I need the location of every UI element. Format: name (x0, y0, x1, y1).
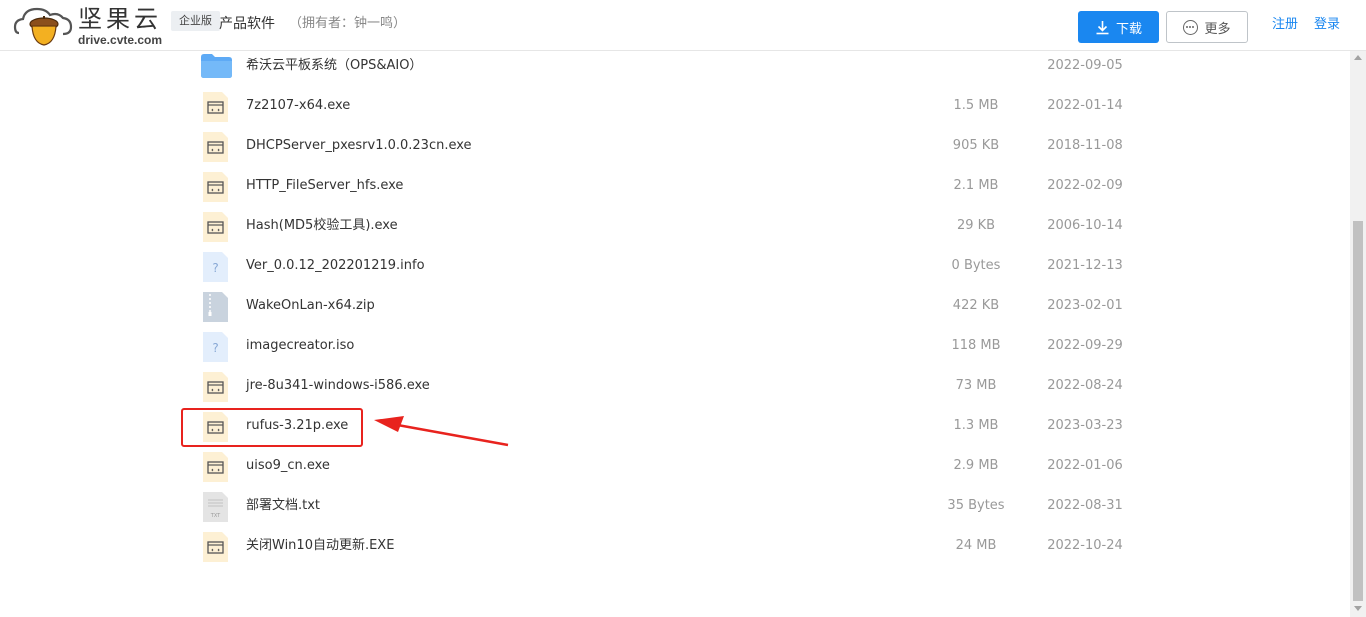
file-size: 35 Bytes (947, 498, 1005, 513)
file-name[interactable]: HTTP_FileServer_hfs.exe (246, 177, 403, 195)
file-size: 2.1 MB (953, 178, 999, 193)
exe-file-icon (203, 172, 228, 202)
file-date: 2022-08-24 (1047, 378, 1123, 393)
list-item-folder[interactable]: 希沃云平板系统（OPS&AIO） 2022-09-05 (0, 47, 1350, 87)
download-icon (1096, 20, 1109, 34)
file-name[interactable]: imagecreator.iso (246, 337, 354, 355)
file-date: 2022-09-05 (1047, 58, 1123, 73)
svg-text:?: ? (212, 261, 218, 275)
file-size: 0 Bytes (951, 258, 1001, 273)
list-item[interactable]: uiso9_cn.exe 2.9 MB 2022-01-06 (0, 447, 1350, 487)
brand-domain: drive.cvte.com (78, 33, 163, 47)
file-name[interactable]: WakeOnLan-x64.zip (246, 297, 375, 315)
folder-title: 产品软件 (219, 16, 275, 32)
acorn-cloud-logo (13, 7, 73, 46)
file-size: 73 MB (955, 378, 997, 393)
login-link[interactable]: 登录 (1314, 16, 1340, 34)
scroll-down-arrow-icon[interactable] (1354, 606, 1362, 611)
exe-file-icon (203, 132, 228, 162)
list-item[interactable]: TXT 部署文档.txt 35 Bytes 2022-08-31 (0, 487, 1350, 527)
exe-file-icon (203, 212, 228, 242)
download-button[interactable]: 下载 (1078, 11, 1159, 43)
file-size: 1.3 MB (953, 418, 999, 433)
file-size: 905 KB (952, 138, 1000, 153)
file-date: 2022-08-31 (1047, 498, 1123, 513)
file-name[interactable]: Ver_0.0.12_202201219.info (246, 257, 425, 275)
file-date: 2022-09-29 (1047, 338, 1123, 353)
brand-name: 坚果云 (78, 5, 162, 33)
exe-file-icon (203, 92, 228, 122)
file-date: 2021-12-13 (1047, 258, 1123, 273)
download-button-label: 下载 (1115, 21, 1142, 37)
list-item[interactable]: ? Ver_0.0.12_202201219.info 0 Bytes 2021… (0, 247, 1350, 287)
more-dots-icon (1183, 19, 1199, 35)
file-size: 29 KB (956, 218, 996, 233)
top-header: 坚果云 drive.cvte.com 企业版 产品软件 （拥有者：钟一鸣） 下载… (0, 0, 1366, 51)
file-name[interactable]: 部署文档.txt (246, 497, 320, 515)
file-size: 1.5 MB (953, 98, 999, 113)
file-date: 2022-02-09 (1047, 178, 1123, 193)
exe-file-icon (203, 372, 228, 402)
list-item[interactable]: HTTP_FileServer_hfs.exe 2.1 MB 2022-02-0… (0, 167, 1350, 207)
list-item[interactable]: WakeOnLan-x64.zip 422 KB 2023-02-01 (0, 287, 1350, 327)
owner-label: （拥有者：钟一鸣） (289, 16, 407, 31)
list-item[interactable]: jre-8u341-windows-i586.exe 73 MB 2022-08… (0, 367, 1350, 407)
folder-icon (201, 54, 232, 78)
file-size: 2.9 MB (953, 458, 999, 473)
list-item[interactable]: 7z2107-x64.exe 1.5 MB 2022-01-14 (0, 87, 1350, 127)
file-size: 118 MB (951, 338, 1001, 353)
zip-file-icon (203, 292, 228, 322)
file-size: 24 MB (955, 538, 997, 553)
file-name[interactable]: Hash(MD5校验工具).exe (246, 217, 398, 235)
file-size: 422 KB (952, 298, 1000, 313)
file-date: 2023-02-01 (1047, 298, 1123, 313)
unknown-file-icon: ? (203, 252, 228, 282)
edition-badge: 企业版 (171, 11, 220, 31)
svg-text:TXT: TXT (210, 513, 221, 519)
exe-file-icon (203, 452, 228, 482)
exe-file-icon (203, 532, 228, 562)
txt-file-icon: TXT (203, 492, 228, 522)
unknown-file-icon: ? (203, 332, 228, 362)
list-item[interactable]: 关闭Win10自动更新.EXE 24 MB 2022-10-24 (0, 527, 1350, 567)
file-name[interactable]: uiso9_cn.exe (246, 457, 330, 475)
file-name[interactable]: DHCPServer_pxesrv1.0.0.23cn.exe (246, 137, 472, 155)
list-item[interactable]: DHCPServer_pxesrv1.0.0.23cn.exe 905 KB 2… (0, 127, 1350, 167)
file-date: 2018-11-08 (1047, 138, 1123, 153)
file-date: 2006-10-14 (1047, 218, 1123, 233)
file-date: 2022-10-24 (1047, 538, 1123, 553)
more-button[interactable]: 更多 (1166, 11, 1248, 43)
file-name[interactable]: 7z2107-x64.exe (246, 97, 350, 115)
file-date: 2022-01-14 (1047, 98, 1123, 113)
file-date: 2022-01-06 (1047, 458, 1123, 473)
annotation-highlight-box (181, 408, 363, 447)
annotation-arrow-icon (374, 416, 509, 447)
scroll-thumb[interactable] (1353, 221, 1363, 601)
file-name[interactable]: 关闭Win10自动更新.EXE (246, 537, 394, 555)
list-item[interactable]: Hash(MD5校验工具).exe 29 KB 2006-10-14 (0, 207, 1350, 247)
file-date: 2023-03-23 (1047, 418, 1123, 433)
scroll-up-arrow-icon[interactable] (1354, 55, 1362, 60)
file-name[interactable]: jre-8u341-windows-i586.exe (246, 377, 430, 395)
more-button-label: 更多 (1204, 21, 1231, 37)
file-name[interactable]: 希沃云平板系统（OPS&AIO） (246, 57, 422, 75)
list-item[interactable]: ? imagecreator.iso 118 MB 2022-09-29 (0, 327, 1350, 367)
vertical-scrollbar[interactable] (1350, 51, 1366, 617)
register-link[interactable]: 注册 (1272, 16, 1298, 34)
svg-text:?: ? (212, 341, 218, 355)
